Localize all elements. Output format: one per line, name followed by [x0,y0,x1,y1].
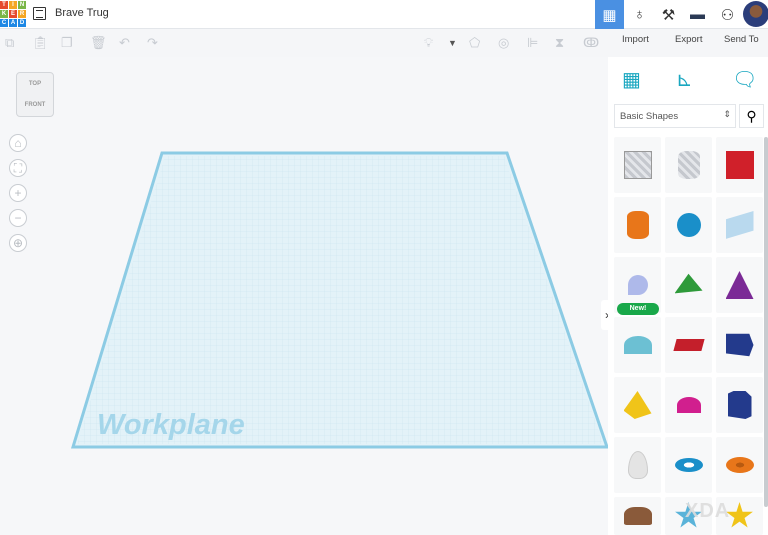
zoom-out-icon[interactable]: − [9,209,27,227]
send-to-button[interactable]: Send To [724,34,759,45]
pickaxe-icon[interactable]: ⚒ [654,0,683,29]
sketch-icon [627,275,648,295]
shape-tile-cone[interactable] [716,257,763,313]
export-button[interactable]: Export [675,34,702,45]
shape-tile-paraboloid[interactable] [614,437,661,493]
shape-tile-hexagonal-prism[interactable] [716,377,763,433]
sim-lab-icon[interactable]: ♁ [625,0,654,29]
align-icon[interactable]: ⊫ [527,35,538,51]
cone-icon [725,271,754,299]
project-title[interactable]: Brave Trug [55,7,109,19]
shape-tile-half-sphere[interactable] [665,377,712,433]
edit-toolbar: ⧉ 📋︎ ❐ 🗑︎ ↶ ↷ 💡︎ ▼ ⬠ ◎ ⊫ ⧗ ↂ [0,29,608,57]
shape-tile-scribble[interactable] [716,197,763,253]
bricks-icon[interactable]: ▬ [683,0,712,29]
cruise-icon[interactable]: ↂ [583,35,599,51]
polygon-icon [725,333,754,357]
box-hole-icon [623,151,652,179]
xda-watermark: XDA [685,500,731,522]
viewcube-top[interactable]: TOP [17,81,53,87]
paraboloid-icon [627,451,648,479]
light-bulb-icon[interactable]: 💡︎ [424,35,433,51]
grid-view-icon[interactable]: ▦ [595,0,624,29]
cylinder-hole-icon [677,151,700,179]
top-bar: TIN KER CAD Brave Trug ▦ ♁ ⚒ ▬ ⚇ [0,0,768,29]
shape-tile-polygon[interactable] [716,317,763,373]
select-arrows-icon: ⇕ [723,109,731,119]
workplane-canvas[interactable]: Workplane [0,57,608,535]
shape-tile-cylinder-hole[interactable] [665,137,712,193]
shape-tile-heart[interactable] [614,497,661,535]
shape-tile-box[interactable] [716,137,763,193]
avatar[interactable] [743,1,768,27]
shape-tile-sphere[interactable] [665,197,712,253]
shape-tile-torus[interactable] [665,437,712,493]
workplane-grid-icon[interactable]: ▦ [622,67,641,92]
shape-tile-tube[interactable] [716,437,763,493]
ungroup-icon[interactable]: ◎ [498,35,509,51]
ruler-icon[interactable]: ⊾ [676,67,693,92]
cylinder-icon [626,211,649,239]
tinkercad-logo[interactable]: TIN KER CAD [0,1,26,27]
fit-view-icon[interactable]: ⛶ [9,159,27,177]
undo-icon[interactable]: ↶ [119,35,130,51]
workplane[interactable]: Workplane [0,57,608,535]
round-roof-icon [623,336,652,354]
hexagonal-prism-icon [727,391,752,419]
perspective-icon[interactable]: ⊕ [9,234,27,252]
shape-tile-text[interactable] [665,317,712,373]
panel-scrollbar[interactable] [764,137,768,507]
import-button[interactable]: Import [622,34,649,45]
pyramid-icon [623,391,652,419]
delete-icon[interactable]: 🗑︎ [90,35,107,51]
heart-icon [623,507,652,525]
shape-tile-roof[interactable] [665,257,712,313]
home-view-icon[interactable]: ⌂ [9,134,27,152]
sphere-icon [676,213,701,237]
group-icon[interactable]: ⬠ [469,35,480,51]
chevron-down-icon[interactable]: ▼ [448,38,457,48]
add-user-icon[interactable]: ⚇ [713,0,742,29]
half-sphere-icon [676,397,701,413]
box-icon [725,151,754,179]
search-icon[interactable]: ⚲ [739,104,764,128]
roof-icon [674,273,703,294]
notes-icon[interactable]: 🗨︎ [732,67,757,92]
copy-icon[interactable]: ⧉ [5,35,14,51]
text-icon [672,339,705,351]
viewcube-front[interactable]: FRONT [17,102,53,108]
new-badge: New! [617,303,659,315]
shape-category-select[interactable]: Basic Shapes ⇕ [614,104,736,128]
shape-tile-cylinder[interactable] [614,197,661,253]
export-toolbar: Import Export Send To [608,29,768,57]
view-cube[interactable]: TOP FRONT [16,72,54,117]
workplane-label: Workplane [97,409,245,441]
torus-icon [674,458,703,472]
shape-tile-box-hole[interactable] [614,137,661,193]
shape-tile-round-roof[interactable] [614,317,661,373]
duplicate-icon[interactable]: ❐ [61,35,73,51]
tube-icon [725,457,754,473]
design-menu-icon[interactable] [33,7,46,20]
paste-icon[interactable]: 📋︎ [32,35,49,51]
zoom-in-icon[interactable]: + [9,184,27,202]
mirror-icon[interactable]: ⧗ [555,35,564,51]
shape-tile-pyramid[interactable] [614,377,661,433]
scribble-icon [725,211,754,239]
redo-icon[interactable]: ↷ [147,35,158,51]
